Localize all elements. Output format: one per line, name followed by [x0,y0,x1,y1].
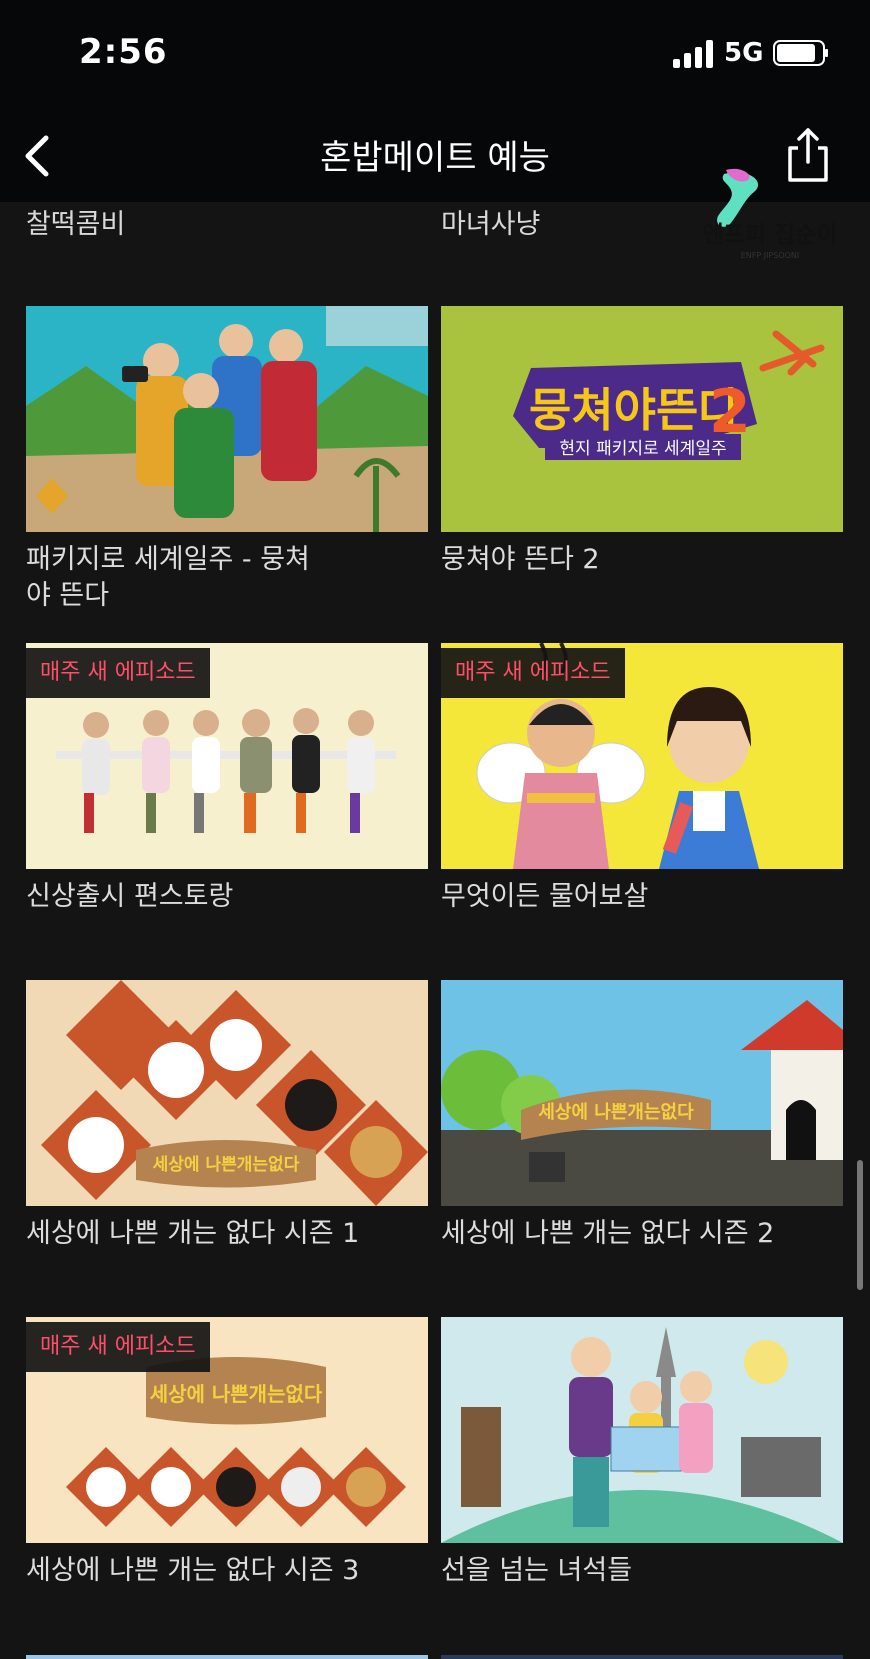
show-title[interactable]: 신상출시 편스토랑 [26,879,316,915]
watermark-logo: 엔프피 집순이 ENFP JIPSOONI [700,168,840,266]
show-title[interactable]: 세상에 나쁜 개는 없다 시즌 3 [26,1553,406,1589]
signal-icon [673,40,717,68]
svg-text:세상에 나쁜개는없다: 세상에 나쁜개는없다 [150,1382,323,1406]
show-card[interactable]: 세상에 나쁜개는없다 매주 새 에피소드 세상에 나쁜 개는 없다 시즌 3 [26,1317,428,1589]
svg-text:세상에 나쁜개는없다: 세상에 나쁜개는없다 [153,1155,300,1175]
show-thumbnail[interactable]: 매주 새 에피소드 [26,643,428,869]
show-card[interactable]: 세상에 나쁜개는없다 세상에 나쁜 개는 없다 시즌 1 [26,980,428,1252]
show-title[interactable]: 세상에 나쁜 개는 없다 시즌 2 [441,1216,821,1252]
show-thumbnail[interactable]: 세상에 나쁜개는없다 [441,980,843,1206]
show-card[interactable]: 선을 넘는 녀석들 [441,1317,843,1589]
show-title[interactable]: 세상에 나쁜 개는 없다 시즌 1 [26,1216,406,1252]
show-title[interactable]: 무엇이든 물어보살 [441,879,731,915]
prev-row-title[interactable]: 마녀사냥 [441,202,540,241]
show-card[interactable]: 매주 새 에피소드 신상출시 편스토랑 [26,643,428,915]
show-card[interactable]: 매주 새 에피소드 무엇이든 물어보살 [441,643,843,915]
back-button[interactable] [16,130,68,182]
scrollbar[interactable] [857,1160,863,1290]
new-episode-badge: 매주 새 에피소드 [26,648,210,698]
show-card[interactable]: 세상에 나쁜개는없다 세상에 나쁜 개는 없다 시즌 2 [441,980,843,1252]
show-title[interactable]: 뭉쳐야 뜬다 2 [441,542,731,578]
show-thumbnail[interactable]: 세상에 나쁜개는없다 [26,980,428,1206]
show-title[interactable]: 패키지로 세계일주 - 뭉쳐야 뜬다 [26,542,316,614]
show-grid: 찰떡콤비 마녀사냥 패키지로 세계일주 - 뭉쳐야 뜬다 뭉쳐야뜬다 2 현지 … [0,202,870,1659]
svg-text:세상에 나쁜개는없다: 세상에 나쁜개는없다 [538,1102,694,1123]
show-title[interactable]: 선을 넘는 녀석들 [441,1553,731,1589]
new-episode-badge: 매주 새 에피소드 [26,1322,210,1372]
show-card[interactable]: 패키지로 세계일주 - 뭉쳐야 뜬다 [26,306,428,614]
show-thumbnail[interactable] [26,306,428,532]
network-label: 5G [724,38,764,68]
status-time: 2:56 [79,32,168,72]
svg-text:ENFP JIPSOONI: ENFP JIPSOONI [741,251,800,260]
svg-text:엔프피 집순이: 엔프피 집순이 [703,222,838,248]
svg-text:현지 패키지로 세계일주: 현지 패키지로 세계일주 [559,439,726,459]
back-chevron-icon [25,135,49,177]
battery-icon [773,40,828,66]
show-thumbnail[interactable] [441,1317,843,1543]
next-thumbnail-edge [441,1655,843,1659]
prev-row-title[interactable]: 찰떡콤비 [26,202,125,241]
next-thumbnail-edge [26,1655,428,1659]
show-thumbnail[interactable]: 세상에 나쁜개는없다 매주 새 에피소드 [26,1317,428,1543]
status-bar: 2:56 5G [0,0,870,110]
show-card[interactable]: 뭉쳐야뜬다 2 현지 패키지로 세계일주 뭉쳐야 뜬다 2 [441,306,843,578]
new-episode-badge: 매주 새 에피소드 [441,648,625,698]
show-thumbnail[interactable]: 뭉쳐야뜬다 2 현지 패키지로 세계일주 [441,306,843,532]
show-thumbnail[interactable]: 매주 새 에피소드 [441,643,843,869]
